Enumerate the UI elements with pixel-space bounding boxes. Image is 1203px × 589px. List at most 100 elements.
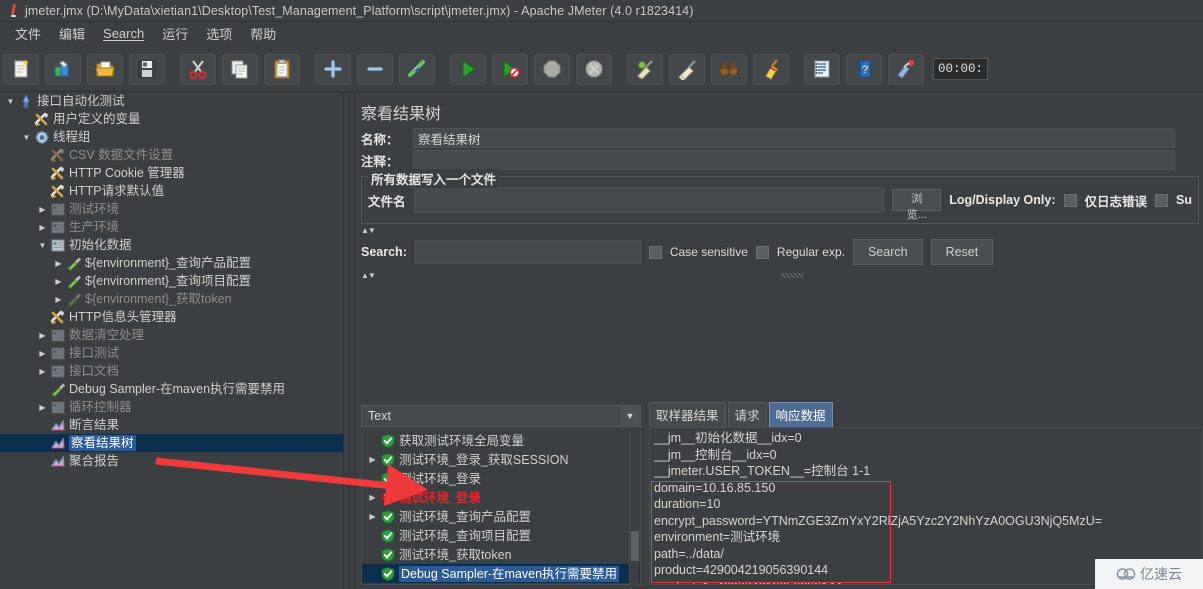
copy-pages-button[interactable] (222, 53, 258, 85)
regular-exp-checkbox[interactable] (755, 245, 769, 259)
tree-item-0[interactable]: ▼ 接口自动化测试 (0, 92, 343, 110)
reset-broom-button[interactable] (753, 53, 789, 85)
result-tree-list[interactable]: 获取测试环境全局变量 ▶ 测试环境_登录_获取SESSION 测试环境_登录 ▶ 测… (361, 431, 641, 585)
menu-item-2[interactable]: Search (94, 24, 153, 43)
tree-item-1[interactable]: 用户定义的变量 (0, 110, 343, 128)
result-row-0[interactable]: 获取测试环境全局变量 (362, 431, 640, 450)
menu-item-4[interactable]: 选项 (197, 22, 241, 45)
tree-item-6[interactable]: ▶ 测试环境 (0, 200, 343, 218)
tree-item-18[interactable]: 断言结果 (0, 416, 343, 434)
tree-item-4[interactable]: HTTP Cookie 管理器 (0, 164, 343, 182)
chevron-right-icon[interactable]: ▶ (36, 365, 49, 378)
chevron-right-icon[interactable]: ▶ (52, 293, 65, 306)
result-row-1[interactable]: ▶ 测试环境_登录_获取SESSION (362, 450, 640, 469)
tree-item-16[interactable]: Debug Sampler-在maven执行需要禁用 (0, 380, 343, 398)
tab-2[interactable]: 响应数据 (768, 402, 833, 427)
clear-broom-button[interactable] (627, 53, 663, 85)
tree-item-17[interactable]: ▶ 循环控制器 (0, 398, 343, 416)
splitter-arrows-icon[interactable]: ▲▼ (361, 226, 376, 235)
result-row-3[interactable]: ▶ 测试环境_登录 (362, 488, 640, 507)
vertical-splitter[interactable] (343, 92, 355, 589)
shutdown-circle-button[interactable] (576, 53, 612, 85)
case-sensitive-checkbox[interactable] (648, 245, 662, 259)
clear-all-broom-button[interactable] (669, 53, 705, 85)
tree-item-13[interactable]: ▶ 数据清空处理 (0, 326, 343, 344)
result-row-4[interactable]: ▶ 测试环境_查询产品配置 (362, 507, 640, 526)
tree-item-15[interactable]: ▶ 接口文档 (0, 362, 343, 380)
result-list-scrollbar[interactable] (629, 431, 639, 585)
chevron-right-icon[interactable]: ▶ (36, 221, 49, 234)
chevron-right-icon[interactable]: ▶ (36, 203, 49, 216)
browse-button[interactable]: 浏览... (892, 189, 942, 221)
paste-clipboard-button[interactable] (264, 53, 300, 85)
errors-only-checkbox[interactable] (1063, 193, 1077, 207)
tree-item-7[interactable]: ▶ 生产环境 (0, 218, 343, 236)
function-helper-button[interactable] (804, 53, 840, 85)
tree-item-12[interactable]: HTTP信息头管理器 (0, 308, 343, 326)
cut-scissors-button[interactable] (180, 53, 216, 85)
binoculars-search-button[interactable] (711, 53, 747, 85)
run-play-button[interactable] (450, 53, 486, 85)
tree-item-5[interactable]: HTTP请求默认值 (0, 182, 343, 200)
toggle-enable-button[interactable] (399, 53, 435, 85)
chevron-right-icon[interactable]: ▶ (36, 401, 49, 414)
chevron-right-icon[interactable]: ▶ (52, 275, 65, 288)
chevron-right-icon[interactable]: ▶ (366, 493, 379, 502)
result-row-7[interactable]: Debug Sampler-在maven执行需要禁用 (362, 564, 640, 583)
result-row-2[interactable]: 测试环境_登录 (362, 469, 640, 488)
tree-item-2[interactable]: ▼ 线程组 (0, 128, 343, 146)
minus-collapse-button[interactable] (357, 53, 393, 85)
tree-item-14[interactable]: ▶ 接口测试 (0, 344, 343, 362)
tree-item-8[interactable]: ▼ 初始化数据 (0, 236, 343, 254)
result-row-5[interactable]: 测试环境_查询项目配置 (362, 526, 640, 545)
plus-expand-button[interactable] (315, 53, 351, 85)
chevron-right-icon[interactable]: ▶ (366, 455, 379, 464)
horizontal-splitter-top[interactable]: ▲▼ (359, 226, 1203, 235)
chevron-right-icon[interactable]: ▶ (36, 329, 49, 342)
render-format-combo[interactable]: Text ▼ (361, 405, 641, 427)
scrollbar-thumb[interactable] (631, 531, 639, 561)
comment-input[interactable] (413, 150, 1175, 170)
chevron-right-icon[interactable]: ▶ (36, 347, 49, 360)
open-folder-button[interactable] (87, 53, 123, 85)
chevron-down-icon[interactable]: ▼ (20, 131, 33, 144)
tree-item-3[interactable]: CSV 数据文件设置 (0, 146, 343, 164)
chevron-right-icon[interactable]: ▶ (366, 512, 379, 521)
stop-octagon-button[interactable] (534, 53, 570, 85)
splitter-grip[interactable] (781, 273, 803, 278)
menu-item-0[interactable]: 文件 (6, 22, 50, 45)
chevron-right-icon[interactable]: ▶ (52, 257, 65, 270)
tree-item-11[interactable]: ▶ ${environment}_获取token (0, 290, 343, 308)
tree-item-9[interactable]: ▶ ${environment}_查询产品配置 (0, 254, 343, 272)
test-plan-tree[interactable]: ▼ 接口自动化测试 用户定义的变量 ▼ 线程组 CSV 数据文件设置 HTTP … (0, 92, 343, 589)
tree-item-20[interactable]: 聚合报告 (0, 452, 343, 470)
help-book-button[interactable]: ? (846, 53, 882, 85)
run-no-timers-button[interactable] (492, 53, 528, 85)
tree-item-19[interactable]: 察看结果树 (0, 434, 343, 452)
successes-only-checkbox[interactable] (1155, 193, 1169, 207)
search-input[interactable] (414, 240, 641, 264)
new-document-button[interactable] (3, 53, 39, 85)
menu-item-5[interactable]: 帮助 (241, 22, 285, 45)
filename-input[interactable] (413, 187, 885, 213)
search-button[interactable]: Search (852, 239, 923, 265)
tree-item-10[interactable]: ▶ ${environment}_查询项目配置 (0, 272, 343, 290)
menu-item-1[interactable]: 编辑 (50, 22, 94, 45)
tab-0[interactable]: 取样器结果 (649, 402, 726, 427)
save-floppy-button[interactable] (129, 53, 165, 85)
splitter-arrows-icon-2[interactable]: ▲▼ (361, 271, 376, 280)
name-input[interactable] (413, 128, 1175, 148)
tab-1[interactable]: 请求 (727, 402, 767, 427)
success-shield-icon (379, 452, 396, 467)
menu-item-3[interactable]: 运行 (153, 22, 197, 45)
chevron-down-icon[interactable]: ▼ (36, 239, 49, 252)
reset-button[interactable]: Reset (930, 239, 994, 265)
undo-redo-button[interactable] (888, 53, 924, 85)
chevron-down-icon[interactable]: ▼ (4, 95, 17, 108)
horizontal-splitter-bottom[interactable]: ▲▼ (359, 271, 1203, 280)
result-row-label: 测试环境_登录 (399, 490, 481, 505)
chevron-down-icon[interactable]: ▼ (621, 407, 639, 425)
templates-button[interactable] (45, 53, 81, 85)
result-row-6[interactable]: 测试环境_获取token (362, 545, 640, 564)
